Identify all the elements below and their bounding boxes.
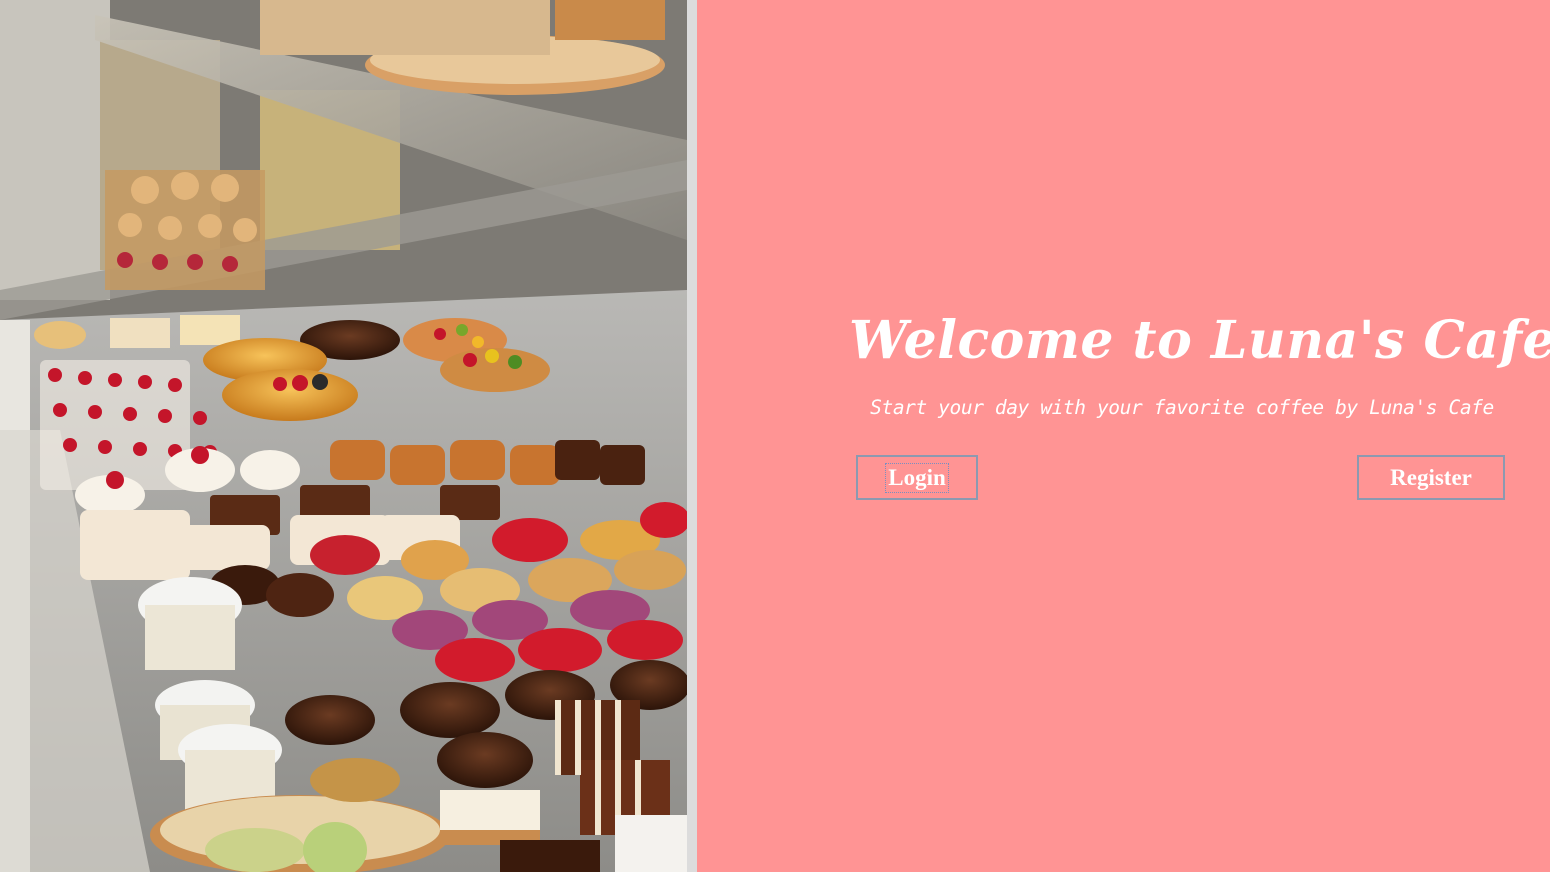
register-button[interactable]: Register xyxy=(1357,455,1505,500)
panel-divider xyxy=(687,0,697,872)
page-subtitle: Start your day with your favorite coffee… xyxy=(870,396,1494,419)
pastry-display-photo xyxy=(0,0,687,872)
login-button[interactable]: Login xyxy=(856,455,978,500)
landing-page: Welcome to Luna's Cafe Start your day wi… xyxy=(0,0,1550,872)
page-title: Welcome to Luna's Cafe xyxy=(849,310,1550,371)
login-button-label: Login xyxy=(885,462,949,493)
welcome-hero: Welcome to Luna's Cafe Start your day wi… xyxy=(697,0,1550,872)
